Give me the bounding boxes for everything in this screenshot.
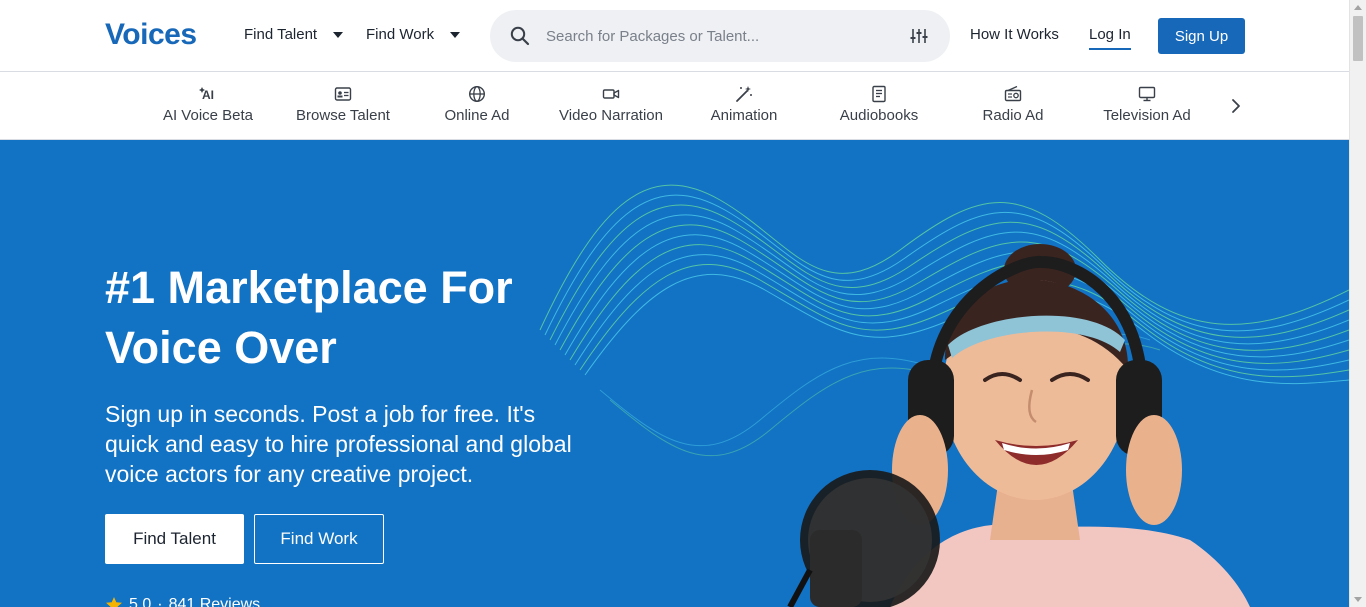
find-work-dropdown[interactable]: Find Work [366, 26, 461, 43]
category-label: Online Ad [444, 107, 510, 124]
category-television-ad[interactable]: Television Ad [1080, 85, 1214, 124]
video-camera-icon [602, 89, 620, 99]
how-it-works-link[interactable]: How It Works [970, 26, 1059, 43]
rating-separator: · [157, 596, 163, 607]
scroll-down-arrow-icon[interactable] [1354, 597, 1362, 602]
find-work-label: Find Work [366, 26, 435, 43]
category-ai-voice[interactable]: AI AI Voice Beta [141, 85, 275, 124]
hero-title: #1 Marketplace For Voice Over [105, 258, 665, 378]
search-icon[interactable] [510, 26, 530, 46]
chevron-down-icon [450, 31, 461, 38]
category-bar: AI AI Voice Beta Browse Talent Online Ad… [0, 73, 1349, 140]
ai-icon: AI [199, 87, 214, 102]
category-radio-ad[interactable]: Radio Ad [946, 85, 1080, 124]
search-bar [490, 10, 950, 62]
vertical-scrollbar[interactable] [1349, 0, 1366, 607]
radio-icon [1004, 85, 1022, 102]
rating-score: 5.0 [129, 596, 152, 607]
id-card-icon [334, 87, 352, 101]
category-browse-talent[interactable]: Browse Talent [276, 85, 410, 124]
book-icon [872, 85, 886, 103]
category-audiobooks[interactable]: Audiobooks [812, 85, 946, 124]
voices-logo[interactable]: Voices [105, 18, 197, 52]
hero-section: #1 Marketplace For Voice Over Sign up in… [0, 140, 1349, 607]
scroll-up-arrow-icon[interactable] [1354, 5, 1362, 10]
monitor-icon [1138, 86, 1156, 102]
magic-wand-icon [736, 86, 752, 102]
category-animation[interactable]: Animation [677, 85, 811, 124]
find-talent-dropdown[interactable]: Find Talent [244, 26, 344, 43]
chevron-right-icon[interactable] [1226, 95, 1246, 117]
globe-icon [468, 85, 486, 103]
login-link[interactable]: Log In [1089, 26, 1131, 50]
scrollbar-thumb[interactable] [1353, 16, 1363, 61]
category-label: Browse Talent [296, 107, 390, 124]
hero-title-line-2: Voice Over [105, 322, 337, 373]
category-label: Audiobooks [839, 107, 919, 124]
rating-summary[interactable]: 5.0 · 841 Reviews [105, 596, 260, 607]
hero-title-line-1: #1 Marketplace For [105, 262, 513, 313]
hero-subtitle: Sign up in seconds. Post a job for free.… [105, 401, 572, 487]
category-label: AI Voice Beta [162, 107, 254, 124]
signup-button[interactable]: Sign Up [1158, 18, 1245, 54]
top-header: Voices Find Talent Find Work How It Work… [0, 0, 1349, 72]
find-talent-label: Find Talent [244, 26, 318, 43]
chevron-down-icon [333, 31, 344, 38]
search-input[interactable] [546, 24, 886, 48]
find-work-button[interactable]: Find Work [254, 514, 384, 564]
rating-reviews: 841 Reviews [168, 596, 261, 607]
category-label: Animation [710, 107, 778, 124]
voice-actor-photo [787, 244, 1250, 607]
star-icon [106, 597, 122, 607]
category-video-narration[interactable]: Video Narration [544, 85, 678, 124]
category-label: Radio Ad [982, 107, 1044, 124]
category-label: Television Ad [1103, 107, 1191, 124]
find-talent-button[interactable]: Find Talent [105, 514, 244, 564]
category-online-ad[interactable]: Online Ad [410, 85, 544, 124]
filter-sliders-icon[interactable] [910, 27, 928, 45]
category-label: Video Narration [559, 107, 663, 124]
